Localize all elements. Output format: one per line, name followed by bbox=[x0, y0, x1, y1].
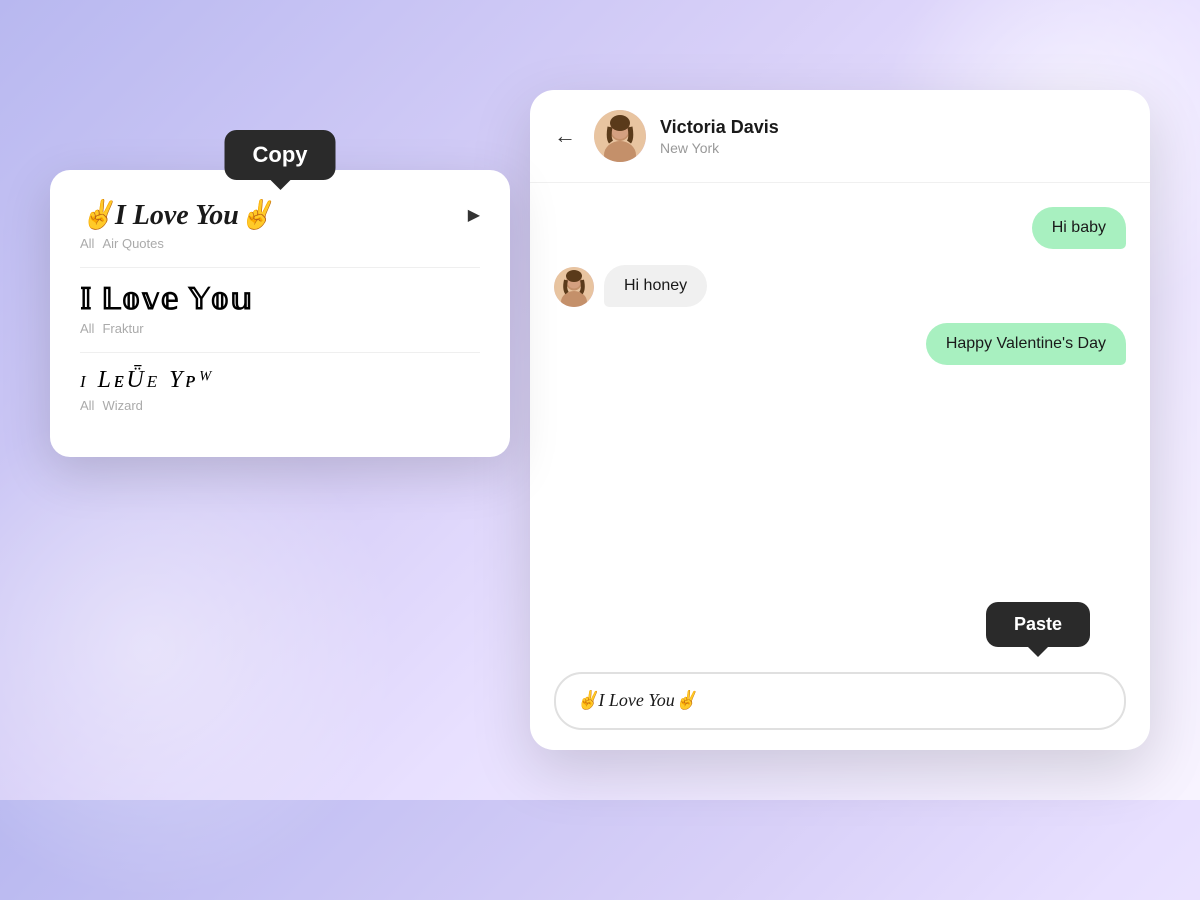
tag-fraktur: Fraktur bbox=[102, 321, 143, 336]
contact-location: New York bbox=[660, 140, 779, 156]
message-input[interactable]: ✌I Love You✌ bbox=[554, 672, 1126, 730]
font-picker-panel: Copy ✌I Love You✌ ▶ All Air Quotes 𝕀 𝕃𝕠𝕧… bbox=[50, 170, 510, 457]
message-text-hi-honey: Hi honey bbox=[624, 277, 687, 294]
font-text-fraktur: 𝕀 𝕃𝕠𝕧𝕖 𝕐𝕠𝕦 bbox=[80, 282, 253, 317]
tag-all-1: All bbox=[80, 236, 94, 251]
message-bubble-valentines: Happy Valentine's Day bbox=[926, 323, 1126, 365]
tag-wizard: Wizard bbox=[102, 398, 142, 413]
paste-tooltip-label: Paste bbox=[1014, 614, 1062, 634]
avatar-svg bbox=[594, 110, 646, 162]
divider-1 bbox=[80, 267, 480, 268]
tag-all-3: All bbox=[80, 398, 94, 413]
contact-info: Victoria Davis New York bbox=[660, 117, 779, 156]
message-bubble-hi-honey: Hi honey bbox=[604, 265, 707, 307]
chat-input-area: Paste ✌I Love You✌ bbox=[530, 660, 1150, 750]
font-tags-air-quotes: All Air Quotes bbox=[80, 236, 480, 251]
message-row-sent-1: Hi baby bbox=[554, 207, 1126, 249]
message-text-hi-baby: Hi baby bbox=[1052, 219, 1106, 236]
copy-tooltip[interactable]: Copy bbox=[225, 130, 336, 180]
divider-2 bbox=[80, 352, 480, 353]
contact-avatar bbox=[594, 110, 646, 162]
message-row-received-1: Hi honey bbox=[554, 265, 1126, 307]
copy-tooltip-label: Copy bbox=[253, 142, 308, 167]
message-row-sent-2: Happy Valentine's Day bbox=[554, 323, 1126, 365]
input-wrapper: ✌I Love You✌ bbox=[554, 672, 1126, 730]
chat-panel: ← Victoria Davis New York Hi baby bbox=[530, 90, 1150, 750]
receiver-avatar-svg bbox=[554, 267, 594, 307]
font-item-wizard[interactable]: i LᴇǕe Yᴩᵂ All Wizard bbox=[80, 367, 480, 413]
paste-tooltip[interactable]: Paste bbox=[986, 602, 1090, 647]
bg-decoration-2 bbox=[0, 400, 400, 900]
contact-name: Victoria Davis bbox=[660, 117, 779, 138]
text-cursor bbox=[698, 692, 700, 712]
receiver-avatar-small bbox=[554, 267, 594, 307]
font-text-air-quotes: ✌I Love You✌ bbox=[80, 198, 274, 232]
messages-list: Hi baby Hi honey bbox=[530, 183, 1150, 660]
font-tags-fraktur: All Fraktur bbox=[80, 321, 480, 336]
message-text-valentines: Happy Valentine's Day bbox=[946, 335, 1106, 352]
font-text-wizard: i LᴇǕe Yᴩᵂ bbox=[80, 367, 215, 394]
font-item-fraktur[interactable]: 𝕀 𝕃𝕠𝕧𝕖 𝕐𝕠𝕦 All Fraktur bbox=[80, 282, 480, 336]
message-bubble-hi-baby: Hi baby bbox=[1032, 207, 1126, 249]
font-item-air-quotes[interactable]: ✌I Love You✌ ▶ All Air Quotes bbox=[80, 198, 480, 251]
tag-air-quotes: Air Quotes bbox=[102, 236, 163, 251]
input-text: ✌I Love You✌ bbox=[576, 690, 697, 710]
chat-header: ← Victoria Davis New York bbox=[530, 90, 1150, 183]
font-tags-wizard: All Wizard bbox=[80, 398, 480, 413]
forward-arrow-icon: ▶ bbox=[468, 205, 480, 225]
tag-all-2: All bbox=[80, 321, 94, 336]
back-button[interactable]: ← bbox=[554, 123, 576, 149]
